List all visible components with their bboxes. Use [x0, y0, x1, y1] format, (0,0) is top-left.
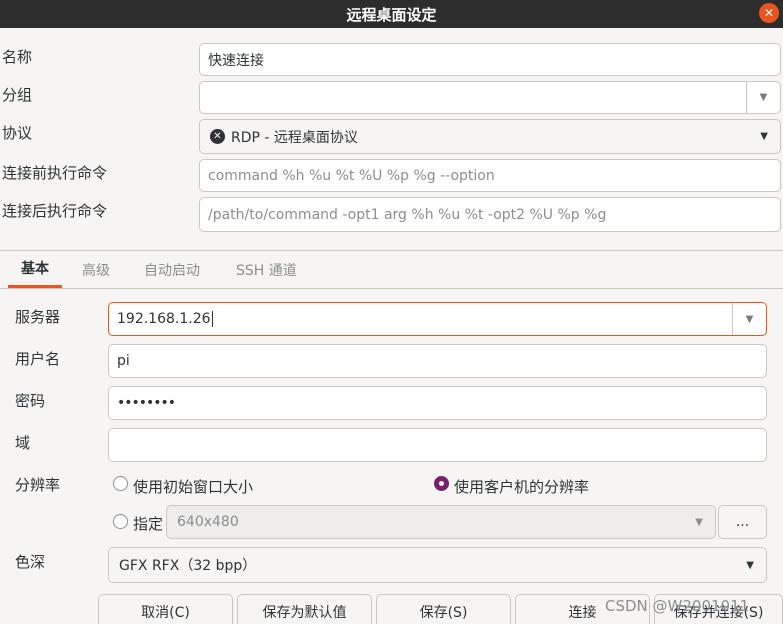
text-cursor: [211, 311, 213, 327]
save-button[interactable]: 保存(S): [376, 594, 511, 624]
pre-command-input[interactable]: command %h %u %t %U %p %g --option: [199, 159, 781, 192]
settings-notebook: 基本 高级 自动启动 SSH 通道: [0, 250, 783, 590]
tab-advanced-label: 高级: [82, 262, 110, 279]
name-input[interactable]: 快速连接: [199, 43, 781, 76]
chevron-down-icon: ▼: [746, 559, 754, 571]
window-title: 远程桌面设定: [346, 5, 437, 24]
post-command-label: 连接后执行命令: [2, 202, 108, 220]
domain-input[interactable]: [108, 428, 767, 462]
resolution-label: 分辨率: [15, 476, 61, 494]
post-command-input[interactable]: /path/to/command -opt1 arg %h %u %t -opt…: [199, 197, 781, 232]
color-depth-select[interactable]: GFX RFX（32 bpp） ▼: [108, 547, 767, 583]
tab-autostart[interactable]: 自动启动: [144, 251, 200, 288]
server-label: 服务器: [15, 308, 61, 326]
chevron-down-icon: ▼: [695, 516, 703, 528]
custom-resolution-value: 640x480: [177, 514, 239, 530]
chevron-down-icon: ▼: [745, 313, 754, 325]
server-value: 192.168.1.26: [117, 311, 211, 327]
protocol-label: 协议: [2, 124, 33, 142]
group-combo[interactable]: ▼: [199, 81, 781, 114]
cancel-button[interactable]: 取消(C): [98, 594, 233, 624]
username-label: 用户名: [15, 350, 61, 368]
protocol-select[interactable]: ✕ RDP - 远程桌面协议 ▼: [199, 119, 781, 154]
color-depth-value: GFX RFX（32 bpp）: [119, 558, 257, 574]
radio-initial-size-label: 使用初始窗口大小: [133, 478, 254, 496]
password-input[interactable]: ••••••••: [108, 386, 767, 420]
username-input[interactable]: pi: [108, 344, 767, 378]
radio-custom-resolution-label: 指定: [133, 515, 164, 533]
radio-initial-size[interactable]: [113, 476, 128, 491]
rdp-protocol-icon: ✕: [210, 129, 225, 144]
tab-basic[interactable]: 基本: [8, 251, 62, 288]
name-label: 名称: [2, 48, 33, 66]
group-dropdown-button[interactable]: ▼: [746, 82, 780, 113]
chevron-down-icon: ▼: [760, 131, 768, 142]
title-bar: 远程桌面设定 ✕: [0, 0, 783, 28]
tab-autostart-label: 自动启动: [144, 262, 200, 279]
tab-ssh-tunnel-label: SSH 通道: [236, 262, 297, 279]
server-combo[interactable]: 192.168.1.26 ▼: [108, 302, 767, 336]
radio-client-resolution[interactable]: [434, 476, 449, 491]
tab-ssh-tunnel[interactable]: SSH 通道: [236, 251, 297, 288]
domain-label: 域: [15, 434, 31, 452]
tab-advanced[interactable]: 高级: [82, 251, 110, 288]
tab-basic-label: 基本: [21, 261, 49, 277]
server-dropdown-button[interactable]: ▼: [732, 303, 766, 335]
color-depth-label: 色深: [15, 553, 46, 571]
resolution-more-button[interactable]: ...: [718, 505, 767, 539]
save-default-button[interactable]: 保存为默认值: [237, 594, 372, 624]
custom-resolution-select[interactable]: 640x480 ▼: [166, 505, 716, 539]
tab-divider: [0, 288, 783, 289]
protocol-value: RDP - 远程桌面协议: [231, 129, 358, 146]
radio-client-resolution-label: 使用客户机的分辨率: [454, 478, 590, 496]
pre-command-label: 连接前执行命令: [2, 164, 108, 182]
watermark: CSDN @W2001011: [605, 597, 750, 615]
chevron-down-icon: ▼: [759, 92, 768, 103]
password-label: 密码: [15, 392, 46, 410]
group-label: 分组: [2, 86, 33, 104]
radio-custom-resolution[interactable]: [113, 514, 128, 529]
close-icon[interactable]: ✕: [759, 3, 779, 23]
